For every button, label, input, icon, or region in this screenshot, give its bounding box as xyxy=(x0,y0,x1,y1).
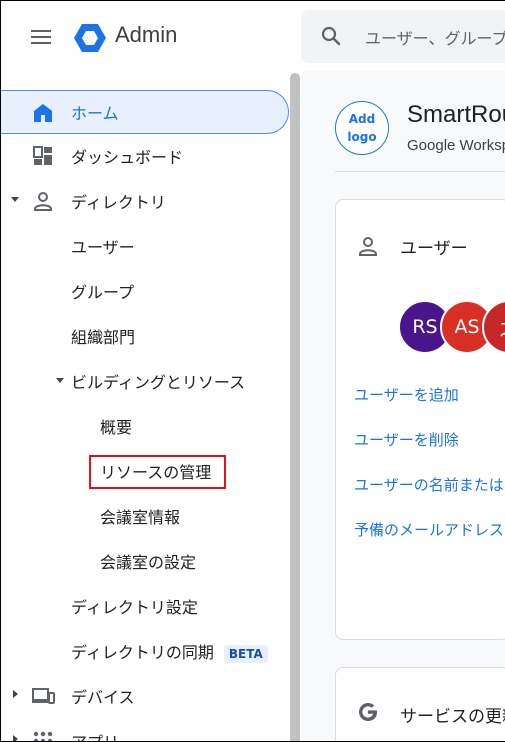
sidebar-item-home[interactable]: ホーム xyxy=(1,90,289,134)
sidebar-item-buildings[interactable]: ビルディングとリソース xyxy=(1,359,289,403)
sidebar-item-overview[interactable]: 概要 xyxy=(1,404,289,448)
sidebar-item-label: ホーム xyxy=(71,104,119,123)
google-g-icon xyxy=(359,703,377,721)
sidebar-item-groups[interactable]: グループ xyxy=(1,269,289,313)
main-content: Add logo SmartRound Google Workspace ユーザ… xyxy=(301,71,505,741)
sidebar-item-users[interactable]: ユーザー xyxy=(1,224,289,268)
alternate-email-link[interactable]: 予備のメールアドレス xyxy=(354,519,504,540)
sidebar-item-label: ディレクトリの同期 BETA xyxy=(71,639,268,663)
sidebar-item-apps[interactable]: アプリ xyxy=(1,719,289,741)
sidebar-item-label: デバイス xyxy=(71,688,135,707)
chevron-right-icon[interactable] xyxy=(13,690,18,698)
sidebar-item-label: 会議室情報 xyxy=(100,508,181,527)
sidebar-nav: ホーム ダッシュボード ディレクトリ ユーザー グループ 組織部門 ビルディング… xyxy=(1,71,301,741)
add-logo-button[interactable]: Add logo xyxy=(335,101,389,155)
sidebar-item-label: 概要 xyxy=(100,418,133,437)
avatar-initials: 之 xyxy=(499,314,505,341)
add-logo-label-line2: logo xyxy=(347,130,377,144)
service-updates-card: サービスの更新 xyxy=(335,667,505,741)
sidebar-item-text: ディレクトリの同期 xyxy=(71,643,214,662)
avatar-initials: AS xyxy=(454,316,480,338)
sidebar-item-label: 組織部門 xyxy=(71,328,136,347)
admin-brand-label[interactable]: Admin xyxy=(115,22,177,48)
users-card: ユーザー RS AS 之 ユーザーを追加 ユーザーを削除 ユーザーの名前または … xyxy=(335,199,505,640)
users-card-title: ユーザー xyxy=(400,239,468,259)
person-icon xyxy=(34,192,52,211)
sidebar-item-label: ディレクトリ xyxy=(71,193,166,212)
chevron-down-icon[interactable] xyxy=(56,378,64,383)
person-icon xyxy=(359,237,377,256)
hamburger-icon xyxy=(31,30,51,44)
avatar-initials: RS xyxy=(412,316,438,338)
sidebar-item-directory-sync[interactable]: ディレクトリの同期 BETA xyxy=(1,629,289,673)
devices-icon xyxy=(32,688,55,704)
sidebar-item-label: ビルディングとリソース xyxy=(71,373,246,392)
add-logo-label-line1: Add xyxy=(348,112,376,126)
sidebar-item-dashboard[interactable]: ダッシュボード xyxy=(1,134,289,178)
sidebar-item-room-settings[interactable]: 会議室の設定 xyxy=(1,539,289,583)
sidebar-scrollbar-thumb[interactable] xyxy=(290,73,300,741)
sidebar-item-org-units[interactable]: 組織部門 xyxy=(1,314,289,358)
home-icon xyxy=(34,104,52,122)
sidebar-item-label: グループ xyxy=(71,283,135,302)
search-icon[interactable] xyxy=(319,24,343,48)
beta-badge: BETA xyxy=(223,645,268,663)
sidebar-item-devices[interactable]: デバイス xyxy=(1,674,289,718)
top-bar: Admin ユーザー、グループ、設定を検索 xyxy=(1,1,505,71)
sidebar-item-label: ディレクトリ設定 xyxy=(71,598,198,617)
main-menu-button[interactable] xyxy=(25,23,57,51)
service-updates-title: サービスの更新 xyxy=(400,707,505,727)
organization-name: SmartRound xyxy=(407,101,505,128)
apps-grid-icon xyxy=(33,731,53,741)
sidebar-item-directory-settings[interactable]: ディレクトリ設定 xyxy=(1,584,289,628)
divider xyxy=(335,171,505,172)
delete-user-link[interactable]: ユーザーを削除 xyxy=(354,429,459,450)
search-box[interactable]: ユーザー、グループ、設定を検索 xyxy=(301,10,505,63)
sidebar-item-label: ユーザー xyxy=(71,238,135,257)
sidebar-item-label: ダッシュボード xyxy=(71,148,184,167)
chevron-right-icon[interactable] xyxy=(13,735,18,741)
admin-window: Admin ユーザー、グループ、設定を検索 ホーム ダッシュボー xyxy=(0,0,505,742)
highlight-box xyxy=(89,455,226,489)
dashboard-icon xyxy=(33,146,52,165)
user-avatars: RS AS 之 xyxy=(398,300,505,356)
sidebar-item-room-info[interactable]: 会議室情報 xyxy=(1,494,289,538)
sidebar-item-directory[interactable]: ディレクトリ xyxy=(1,179,289,223)
rename-user-link[interactable]: ユーザーの名前または xyxy=(354,474,504,495)
chevron-down-icon[interactable] xyxy=(11,197,19,202)
admin-logo-icon[interactable] xyxy=(73,21,107,55)
search-input[interactable]: ユーザー、グループ、設定を検索 xyxy=(365,25,505,49)
add-user-link[interactable]: ユーザーを追加 xyxy=(354,384,459,405)
sidebar-item-label: アプリ xyxy=(71,729,119,741)
sidebar-item-label: 会議室の設定 xyxy=(100,553,197,572)
organization-edition: Google Workspace xyxy=(407,137,505,154)
